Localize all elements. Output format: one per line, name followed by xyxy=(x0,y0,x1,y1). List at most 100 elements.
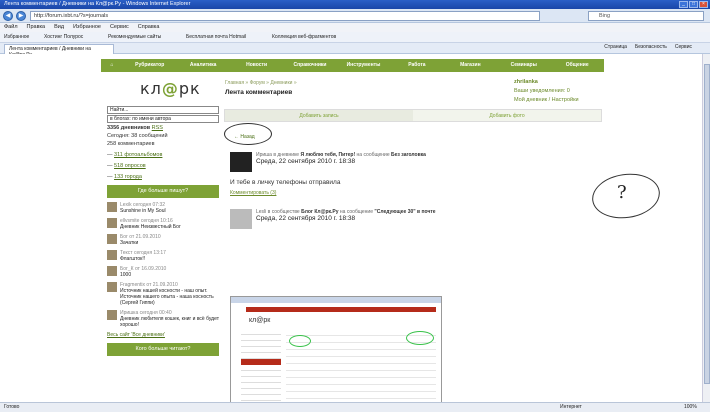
who-read-more-header: Кого больше читают? xyxy=(107,343,219,356)
list-item[interactable]: Lexik сегодня 07:32 Sunshine in My Soul xyxy=(107,202,223,214)
search-scope-select[interactable]: в блогах: по имени автора xyxy=(107,115,219,123)
avatar xyxy=(107,282,117,292)
vertical-scrollbar[interactable] xyxy=(702,54,710,402)
stat-diaries: 3356 дневников RSS xyxy=(107,125,163,131)
site-navigation: ⌂ Рубрикатор Аналитика Новости Справочни… xyxy=(101,59,604,72)
list-item[interactable]: Текст сегодня 13:17 Флагшток!! xyxy=(107,250,223,262)
window-title: Лента комментариев / Дневники на Кл@рк.Р… xyxy=(4,1,191,7)
scrollbar-thumb[interactable] xyxy=(704,64,710,384)
tab-add-photo[interactable]: Добавить фото xyxy=(413,110,601,121)
page-viewport: ⌂ Рубрикатор Аналитика Новости Справочни… xyxy=(0,54,702,402)
avatar xyxy=(107,218,117,228)
rss-link[interactable]: RSS xyxy=(152,125,163,131)
menu-file[interactable]: Файл xyxy=(4,24,18,31)
comment-link[interactable]: Комментировать (3) xyxy=(230,190,276,196)
nav-analytics[interactable]: Аналитика xyxy=(176,59,229,72)
safety-menu[interactable]: Безопасность xyxy=(635,44,667,50)
address-bar: ◀ ▶ http://forum.ixbt.ru/?s=journals Bin… xyxy=(0,9,710,23)
nav-references[interactable]: Справочники xyxy=(283,59,336,72)
all-diaries-link[interactable]: Весь сайт 'Все дневники' xyxy=(107,332,223,338)
url-input[interactable]: http://forum.ixbt.ru/?s=journals xyxy=(30,11,540,21)
zoom-level[interactable]: 100% xyxy=(684,404,697,410)
avatar xyxy=(107,234,117,244)
nav-shop[interactable]: Магазин xyxy=(444,59,497,72)
tab-bar: Лента комментариев / Дневники на Кл@рк.Р… xyxy=(0,43,710,58)
blog-search-input[interactable]: Найти... xyxy=(107,106,219,114)
home-icon[interactable]: ⌂ xyxy=(101,59,123,72)
back-link[interactable]: ← Назад xyxy=(234,134,255,140)
comment-post: Ириша в дневнике Я люблю тебя, Питер! на… xyxy=(230,152,598,202)
embedded-screenshot-image[interactable]: кл@рк xyxy=(230,296,442,402)
breadcrumb[interactable]: Главная » Форум » Дневники » xyxy=(225,80,297,86)
list-item[interactable]: Бог от 21.09.2010 Зачатки xyxy=(107,234,223,246)
avatar xyxy=(107,266,117,276)
status-text: Готово xyxy=(4,404,20,410)
menu-favorites[interactable]: Избранное xyxy=(73,24,101,31)
post-date: Среда, 22 сентября 2010 г. 18:38 xyxy=(256,215,356,222)
menu-edit[interactable]: Правка xyxy=(27,24,46,31)
nav-tools[interactable]: Инструменты xyxy=(337,59,390,72)
favorites-button[interactable]: Избранное xyxy=(4,34,29,40)
nav-seminars[interactable]: Семинары xyxy=(497,59,550,72)
page-menu[interactable]: Страница xyxy=(604,44,627,50)
menu-tools[interactable]: Сервис xyxy=(110,24,129,31)
notifications-link[interactable]: Ваши уведомления: 0 xyxy=(514,88,579,94)
green-circle-mark xyxy=(289,335,311,347)
window-titlebar: Лента комментариев / Дневники на Кл@рк.Р… xyxy=(0,0,710,9)
nav-jobs[interactable]: Работа xyxy=(390,59,443,72)
question-mark-annotation: ? xyxy=(617,182,627,203)
page-title: Лента комментариев xyxy=(225,89,293,96)
close-icon[interactable]: × xyxy=(699,1,708,8)
polls-link[interactable]: — 518 опросов xyxy=(107,163,223,169)
tab-add-post[interactable]: Добавить запись xyxy=(225,110,413,121)
status-bar: Готово Интернет 100% xyxy=(0,402,710,412)
where-write-more-header: Где больше пишут? xyxy=(107,185,219,198)
search-input[interactable]: Bing xyxy=(588,11,704,21)
nav-rubricator[interactable]: Рубрикатор xyxy=(123,59,176,72)
screenshot-logo: кл@рк xyxy=(249,317,271,324)
avatar xyxy=(230,209,252,229)
list-item[interactable]: ellvsmite сегодня 10:16 Дневник Неизвестн… xyxy=(107,218,223,230)
forward-icon[interactable]: ▶ xyxy=(16,11,26,21)
avatar xyxy=(107,250,117,260)
command-bar: Страница Безопасность Сервис xyxy=(604,44,692,50)
list-item[interactable]: Fragmentix от 21.09.2010 Источник нашей к… xyxy=(107,282,223,306)
username[interactable]: zhrilanka xyxy=(514,79,579,85)
site-logo[interactable]: кл@рк xyxy=(140,79,201,98)
stat-comments: 258 комментариев xyxy=(107,141,155,147)
menu-help[interactable]: Справка xyxy=(138,24,160,31)
left-sidebar: Найти... в блогах: по имени автора 3356 … xyxy=(107,106,223,360)
avatar xyxy=(107,310,117,320)
favorite-link[interactable]: Бесплатная почта Hotmail xyxy=(186,34,246,40)
window-controls: _ □ × xyxy=(679,1,708,8)
post-text: И тебе в личку телефоны отправила xyxy=(230,179,341,186)
post-tabs: Добавить запись Добавить фото xyxy=(224,109,602,122)
minimize-icon[interactable]: _ xyxy=(679,1,688,8)
favorite-link[interactable]: Рекомендуемые сайты xyxy=(108,34,161,40)
avatar xyxy=(107,202,117,212)
comment-post: Lesli в сообществе Блог Кл@рк.Ру на сооб… xyxy=(230,209,598,239)
diary-settings-link[interactable]: Мой дневник / Настройки xyxy=(514,97,579,103)
menu-view[interactable]: Вид xyxy=(54,24,64,31)
nav-news[interactable]: Новости xyxy=(230,59,283,72)
user-panel: zhrilanka Ваши уведомления: 0 Мой дневни… xyxy=(514,79,579,106)
tools-menu[interactable]: Сервис xyxy=(675,44,692,50)
menu-bar: Файл Правка Вид Избранное Сервис Справка xyxy=(0,23,710,32)
photoalbums-link[interactable]: — 311 фотоальбомов xyxy=(107,152,223,158)
green-circle-mark xyxy=(406,331,434,345)
security-zone: Интернет xyxy=(560,404,582,410)
main-content: Добавить запись Добавить фото ← Назад Ир… xyxy=(224,109,602,402)
back-icon[interactable]: ◀ xyxy=(3,11,13,21)
favorites-bar: Избранное Хостинг Полурос Рекомендуемые … xyxy=(0,32,710,43)
list-item[interactable]: Иришка сегодня 00:40 Дневник любителя кош… xyxy=(107,310,223,328)
maximize-icon[interactable]: □ xyxy=(689,1,698,8)
avatar xyxy=(230,152,252,172)
favorite-link[interactable]: Коллекция веб-фрагментов xyxy=(272,34,336,40)
post-date: Среда, 22 сентября 2010 г. 18:38 xyxy=(256,158,356,165)
favorite-link[interactable]: Хостинг Полурос xyxy=(44,34,83,40)
browser-tab[interactable]: Лента комментариев / Дневники на Кл@рк.Р… xyxy=(4,44,114,58)
cities-link[interactable]: — 133 города xyxy=(107,174,223,180)
nav-community[interactable]: Общение xyxy=(551,59,604,72)
stat-today: Сегодня: 38 сообщений xyxy=(107,133,168,139)
list-item[interactable]: Бог_К от 16.09.2010 1000 xyxy=(107,266,223,278)
